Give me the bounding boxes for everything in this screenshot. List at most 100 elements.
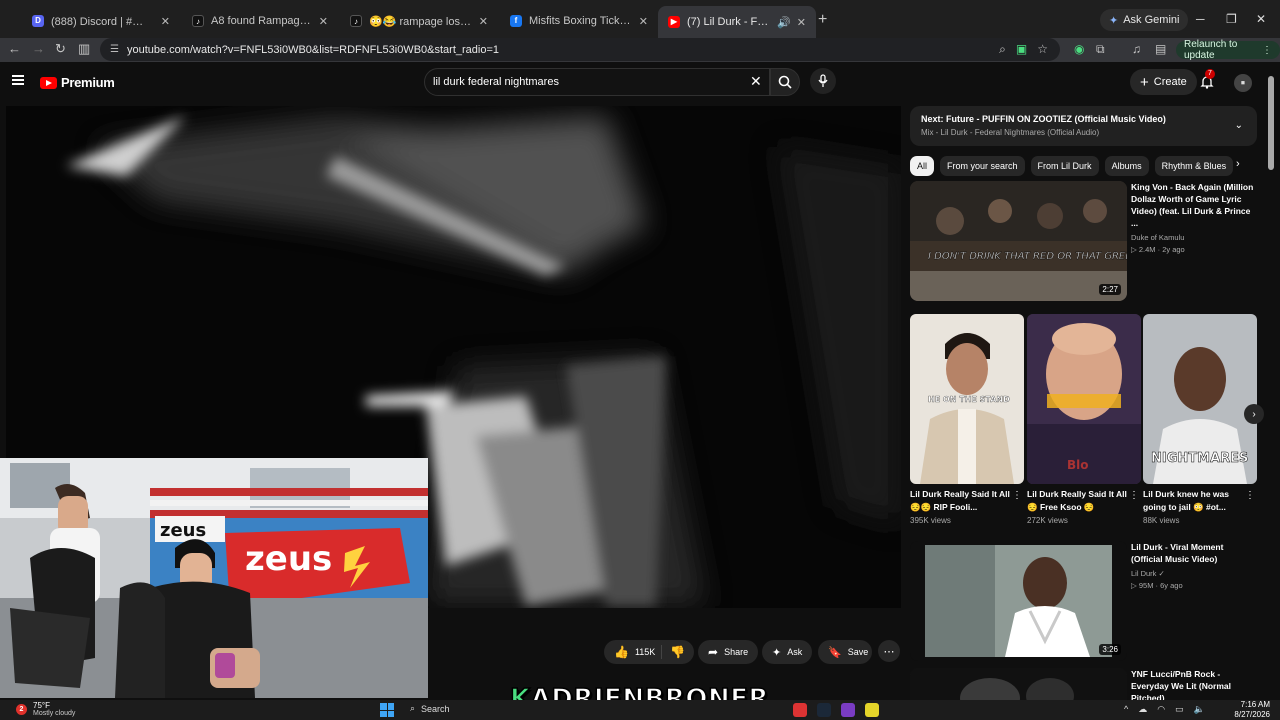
recommendation-item[interactable]: I DON'T DRINK THAT RED OR THAT GREEN 2:2… [910,181,1256,301]
close-window-button[interactable]: ✕ [1256,12,1266,26]
thumbs-up-icon: 👍 [614,645,629,659]
weather-widget[interactable]: 2 75°F Mostly cloudy [16,701,75,717]
short-title[interactable]: Lil Durk knew he was going to jail 😳 #ot… [1143,488,1243,514]
bookmark-star-icon[interactable]: ☆ [1037,42,1048,57]
forward-icon[interactable]: → [32,41,45,56]
system-tray: ^ ☁ ◠ ▭ 🔈 [1124,704,1205,715]
chip-albums[interactable]: Albums [1104,156,1149,176]
site-info-icon[interactable]: ☰ [110,44,119,55]
recommendation-item[interactable]: 3:26 Lil Durk - Viral Moment (Official M… [910,541,1256,661]
short-thumbnail[interactable]: NIGHTMARES [1143,314,1257,484]
video-thumbnail[interactable] [910,668,1127,700]
dislike-button[interactable]: 👎 [661,645,685,659]
youtube-premium-logo[interactable]: Premium [40,75,115,90]
close-tab-icon[interactable]: ✕ [797,16,806,29]
close-tab-icon[interactable]: ✕ [319,15,328,28]
close-tab-icon[interactable]: ✕ [639,15,648,28]
chip-all[interactable]: All [910,156,935,176]
extension-icon[interactable]: ◉ [1074,42,1084,56]
back-icon[interactable]: ← [8,41,21,56]
ask-gemini-button[interactable]: ✦ Ask Gemini [1100,9,1189,31]
battery-icon[interactable]: ▭ [1175,704,1184,715]
app-icon[interactable] [865,703,879,717]
account-avatar[interactable]: ◼ [1234,74,1252,92]
short-item[interactable]: Blo Lil Durk Really Said It All 😔 Free K… [1027,314,1141,525]
kebab-menu-icon[interactable]: ⋮ [1012,490,1022,501]
up-next-panel[interactable]: Next: Future - PUFFIN ON ZOOTIEZ (Offici… [910,106,1257,146]
tab-tiktok-rampage[interactable]: ♪ 😳😂 rampage loses it 😂😳 ✕ [340,8,498,34]
chevron-up-icon[interactable]: ^ [1124,704,1128,715]
tab-misfits-tickets[interactable]: f Misfits Boxing Tickets Sat, Sep ✕ [500,8,658,34]
extensions-puzzle-icon[interactable]: ⧉ [1096,42,1105,57]
like-button[interactable]: 👍 115K [614,645,655,659]
profile-icon[interactable]: ▤ [1155,42,1166,56]
video-title[interactable]: Lil Durk - Viral Moment (Official Music … [1131,541,1255,565]
visual-studio-icon[interactable] [841,703,855,717]
channel-name[interactable]: Duke of Kamulu [1131,233,1255,242]
speaker-icon[interactable]: 🔊 [777,16,791,29]
ask-button[interactable]: ✦ Ask [762,640,812,664]
minimize-button[interactable]: ─ [1196,12,1205,26]
search-input[interactable]: lil durk federal nightmares [424,68,770,96]
split-view-icon[interactable]: ▥ [78,41,90,57]
relaunch-button[interactable]: Relaunch to update ⋮ [1176,39,1280,61]
video-thumbnail[interactable]: 3:26 [910,541,1127,661]
create-button[interactable]: + Create [1130,69,1197,95]
short-title[interactable]: Lil Durk Really Said It All 😔 Free Ksoo … [1027,488,1127,514]
short-item[interactable]: NIGHTMARES Lil Durk knew he was going to… [1143,314,1257,525]
tab-youtube-active[interactable]: ▶ (7) Lil Durk - Federal Nightm 🔊 ✕ [658,6,816,38]
chip-from-your-search[interactable]: From your search [940,156,1025,176]
hamburger-menu-icon[interactable] [12,75,24,85]
reload-icon[interactable]: ↻ [55,41,66,57]
media-controls-icon[interactable]: ♫ [1132,42,1141,56]
taskbar-search-label: Search [421,703,450,714]
chevron-down-icon[interactable]: ⌄ [1235,120,1243,131]
new-tab-button[interactable]: + [818,11,827,29]
tab-tiktok-a8[interactable]: ♪ A8 found Rampage's step duage ✕ [182,8,338,34]
clear-search-icon[interactable]: ✕ [750,73,762,90]
short-item[interactable]: HE ON THE STAND Lil Durk Really Said It … [910,314,1024,525]
taskbar-clock[interactable]: 7:16 AM 8/27/2026 [1226,700,1270,720]
notifications-button[interactable]: 7 [1200,69,1215,94]
extension-active-icon[interactable]: ▣ [1016,42,1027,57]
taskbar-search[interactable]: ⌕ Search [410,703,450,714]
chip-from-lil-durk[interactable]: From Lil Durk [1030,156,1099,176]
chip-rhythm-blues[interactable]: Rhythm & Blues [1154,156,1234,176]
short-thumbnail[interactable]: HE ON THE STAND [910,314,1024,484]
chevron-right-icon[interactable]: › [1236,158,1240,170]
kebab-menu-icon[interactable]: ⋮ [1245,490,1255,501]
steam-icon[interactable] [817,703,831,717]
channel-name[interactable]: Lil Durk ✓ [1131,569,1255,578]
video-thumbnail[interactable]: I DON'T DRINK THAT RED OR THAT GREEN 2:2… [910,181,1127,301]
video-info: Lil Durk - Viral Moment (Official Music … [1131,541,1255,590]
browser-toolbar: ← → ↻ ▥ ☰ youtube.com/watch?v=FNFL53i0WB… [0,38,1280,62]
kebab-menu-icon[interactable]: ⋮ [1129,490,1139,501]
video-title[interactable]: YNF Lucci/PnB Rock - Everyday We Lit (No… [1131,668,1255,700]
thumbnail-image [910,668,1127,700]
share-button[interactable]: ➦ Share [698,640,758,664]
zoom-icon[interactable]: ⌕ [999,42,1006,57]
wifi-icon[interactable]: ◠ [1157,704,1165,715]
address-bar[interactable]: ☰ youtube.com/watch?v=FNFL53i0WB0&list=R… [100,38,1060,61]
app-icon[interactable] [793,703,807,717]
windows-start-icon[interactable] [380,703,394,717]
video-title[interactable]: King Von - Back Again (Million Dollaz Wo… [1131,181,1255,229]
save-button[interactable]: 🔖 Save [818,640,872,664]
ask-label: Ask [787,647,803,657]
close-tab-icon[interactable]: ✕ [479,15,488,28]
shorts-next-button[interactable]: › [1244,404,1264,424]
page-scrollbar[interactable] [1268,76,1274,170]
close-tab-icon[interactable]: ✕ [161,15,170,28]
search-button[interactable] [770,68,800,96]
network-icon[interactable]: ☁ [1138,704,1147,715]
short-title[interactable]: Lil Durk Really Said It All 😔😔 RIP Fooli… [910,488,1010,514]
short-thumbnail[interactable]: Blo [1027,314,1141,484]
tab-discord[interactable]: D (888) Discord | #📺 | reactions ✕ [22,8,180,34]
more-actions-button[interactable]: ⋯ [878,640,900,662]
voice-search-button[interactable] [810,68,836,94]
maximize-button[interactable]: ❐ [1226,12,1237,26]
tab-title: (7) Lil Durk - Federal Nightm [687,16,773,28]
notification-badge: 7 [1205,69,1215,79]
recommendation-item[interactable]: YNF Lucci/PnB Rock - Everyday We Lit (No… [910,668,1256,700]
volume-icon[interactable]: 🔈 [1194,704,1205,715]
